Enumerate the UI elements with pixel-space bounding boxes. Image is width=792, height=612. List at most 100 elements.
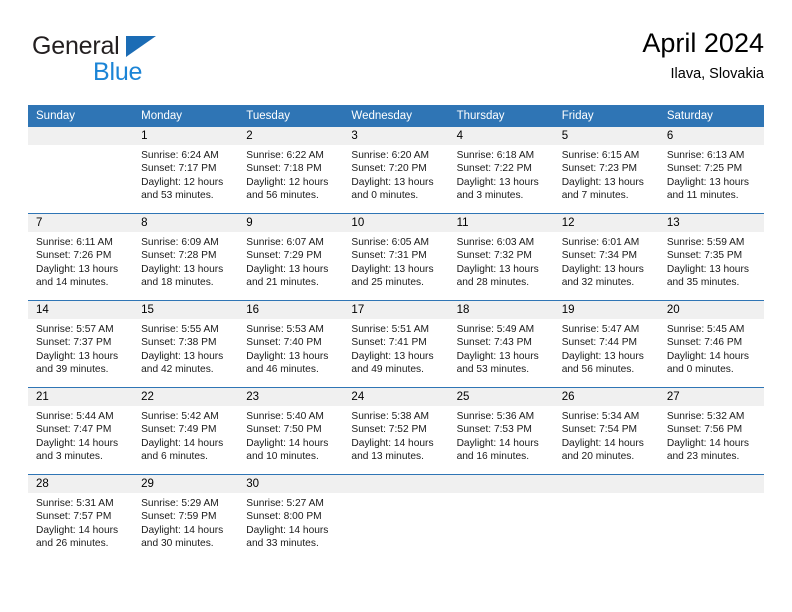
calendar-week-row: 21 Sunrise: 5:44 AM Sunset: 7:47 PM Dayligh… [28, 387, 764, 475]
day-cell-details: Sunrise: 6:18 AM Sunset: 7:22 PM Daylight:… [449, 145, 554, 203]
calendar-day-cell[interactable]: 14 Sunrise: 5:57 AM Sunset: 7:37 PM Dayligh… [28, 300, 134, 388]
day-cell-inner: 1 Sunrise: 6:24 AM Sunset: 7:17 PM Daylight… [133, 127, 239, 213]
sunset-text: Sunset: 7:23 PM [561, 163, 638, 175]
daylight-text-line1: Daylight: 13 hours [561, 350, 644, 362]
sunrise-text: Sunrise: 5:51 AM [351, 324, 430, 335]
daylight-text-line1: Daylight: 14 hours [141, 524, 224, 536]
page-header: General Blue April 2024 Ilava, Slovakia [28, 26, 764, 92]
sunset-text: Sunset: 7:31 PM [351, 250, 427, 262]
daylight-text-line1: Daylight: 13 hours [36, 263, 119, 275]
calendar-day-cell[interactable]: 10 Sunrise: 6:05 AM Sunset: 7:31 PM Dayligh… [343, 213, 449, 301]
calendar-week-row: 1 Sunrise: 6:24 AM Sunset: 7:17 PM Daylight… [28, 127, 764, 214]
day-cell-inner: 21 Sunrise: 5:44 AM Sunset: 7:47 PM Dayligh… [28, 388, 134, 474]
day-cell-inner: 29 Sunrise: 5:29 AM Sunset: 7:59 PM Dayligh… [133, 475, 239, 561]
day-number: 22 [133, 388, 239, 406]
day-cell-inner: 20 Sunrise: 5:45 AM Sunset: 7:46 PM Dayligh… [658, 301, 764, 387]
daylight-text-line1: Daylight: 14 hours [36, 524, 119, 536]
day-cell-details: Sunrise: 5:57 AM Sunset: 7:37 PM Daylight:… [28, 319, 133, 377]
day-number: 23 [238, 388, 344, 406]
calendar-page: General Blue April 2024 Ilava, Slovakia … [0, 0, 792, 612]
calendar-day-cell[interactable]: 8 Sunrise: 6:09 AM Sunset: 7:28 PM Daylight… [133, 213, 239, 301]
calendar-day-cell[interactable]: 29 Sunrise: 5:29 AM Sunset: 7:59 PM Dayligh… [133, 474, 239, 561]
day-cell-details: Sunrise: 6:15 AM Sunset: 7:23 PM Daylight:… [554, 145, 659, 203]
calendar-day-cell[interactable]: 12 Sunrise: 6:01 AM Sunset: 7:34 PM Dayligh… [553, 213, 659, 301]
calendar-day-cell[interactable]: 20 Sunrise: 5:45 AM Sunset: 7:46 PM Dayligh… [658, 300, 764, 388]
daylight-text-line1: Daylight: 14 hours [456, 437, 539, 449]
calendar-day-cell[interactable]: 4 Sunrise: 6:18 AM Sunset: 7:22 PM Daylight… [448, 127, 554, 214]
sunset-text: Sunset: 7:37 PM [36, 337, 112, 349]
calendar-body: 1 Sunrise: 6:24 AM Sunset: 7:17 PM Daylight… [28, 127, 764, 561]
sunrise-text: Sunrise: 5:27 AM [246, 498, 324, 509]
daylight-text-line2: and 39 minutes. [36, 364, 109, 376]
daylight-text-line1: Daylight: 13 hours [246, 350, 329, 362]
calendar-day-cell[interactable]: 17 Sunrise: 5:51 AM Sunset: 7:41 PM Dayligh… [343, 300, 449, 388]
calendar-day-cell[interactable]: 27 Sunrise: 5:32 AM Sunset: 7:56 PM Dayligh… [658, 387, 764, 475]
calendar-day-cell[interactable]: 28 Sunrise: 5:31 AM Sunset: 7:57 PM Dayligh… [28, 474, 134, 561]
calendar-day-cell[interactable]: 13 Sunrise: 5:59 AM Sunset: 7:35 PM Dayligh… [658, 213, 764, 301]
calendar-day-cell[interactable]: 21 Sunrise: 5:44 AM Sunset: 7:47 PM Dayligh… [28, 387, 134, 475]
day-cell-inner: 4 Sunrise: 6:18 AM Sunset: 7:22 PM Daylight… [448, 127, 554, 213]
day-cell-inner: 11 Sunrise: 6:03 AM Sunset: 7:32 PM Dayligh… [448, 214, 554, 300]
calendar-day-cell[interactable]: 1 Sunrise: 6:24 AM Sunset: 7:17 PM Daylight… [133, 127, 239, 214]
daylight-text-line2: and 20 minutes. [561, 451, 635, 463]
calendar-day-cell[interactable]: 2 Sunrise: 6:22 AM Sunset: 7:18 PM Daylight… [238, 127, 344, 214]
daylight-text-line1: Daylight: 13 hours [351, 350, 434, 362]
calendar-day-cell[interactable]: 19 Sunrise: 5:47 AM Sunset: 7:44 PM Dayligh… [553, 300, 659, 388]
day-cell-inner: 2 Sunrise: 6:22 AM Sunset: 7:18 PM Daylight… [238, 127, 344, 213]
calendar-day-cell[interactable]: 16 Sunrise: 5:53 AM Sunset: 7:40 PM Dayligh… [238, 300, 344, 388]
day-cell-details: Sunrise: 6:05 AM Sunset: 7:31 PM Daylight:… [343, 232, 448, 290]
day-cell-details: Sunrise: 5:45 AM Sunset: 7:46 PM Daylight:… [659, 319, 764, 377]
sunset-text: Sunset: 7:40 PM [246, 337, 322, 349]
day-number: 8 [133, 214, 239, 232]
sunset-text: Sunset: 7:41 PM [351, 337, 427, 349]
day-cell-inner: 10 Sunrise: 6:05 AM Sunset: 7:31 PM Dayligh… [343, 214, 449, 300]
calendar-day-cell[interactable]: 30 Sunrise: 5:27 AM Sunset: 8:00 PM Dayligh… [238, 474, 344, 561]
daylight-text-line2: and 35 minutes. [666, 277, 740, 289]
calendar-day-cell[interactable]: 15 Sunrise: 5:55 AM Sunset: 7:38 PM Dayligh… [133, 300, 239, 388]
calendar-day-cell[interactable]: 25 Sunrise: 5:36 AM Sunset: 7:53 PM Dayligh… [448, 387, 554, 475]
daylight-text-line2: and 49 minutes. [351, 364, 424, 376]
day-number: 26 [553, 388, 659, 406]
day-cell-inner: 12 Sunrise: 6:01 AM Sunset: 7:34 PM Dayligh… [553, 214, 659, 300]
daylight-text-line1: Daylight: 13 hours [36, 350, 119, 362]
day-cell-inner: 24 Sunrise: 5:38 AM Sunset: 7:52 PM Dayligh… [343, 388, 449, 474]
calendar-day-cell[interactable]: 11 Sunrise: 6:03 AM Sunset: 7:32 PM Dayligh… [448, 213, 554, 301]
calendar-day-cell[interactable]: 9 Sunrise: 6:07 AM Sunset: 7:29 PM Daylight… [238, 213, 344, 301]
calendar-day-cell[interactable]: 22 Sunrise: 5:42 AM Sunset: 7:49 PM Dayligh… [133, 387, 239, 475]
daylight-text-line2: and 28 minutes. [456, 277, 530, 289]
calendar-day-cell[interactable]: 7 Sunrise: 6:11 AM Sunset: 7:26 PM Daylight… [28, 213, 134, 301]
day-number: 27 [658, 388, 764, 406]
day-cell-details: Sunrise: 6:20 AM Sunset: 7:20 PM Daylight:… [343, 145, 448, 203]
day-cell-inner: 9 Sunrise: 6:07 AM Sunset: 7:29 PM Daylight… [238, 214, 344, 300]
calendar-day-cell[interactable]: 24 Sunrise: 5:38 AM Sunset: 7:52 PM Dayligh… [343, 387, 449, 475]
daylight-text-line2: and 21 minutes. [246, 277, 319, 289]
brand-logo[interactable]: General Blue [32, 32, 262, 90]
sunrise-text: Sunrise: 6:13 AM [666, 150, 745, 161]
sunset-text: Sunset: 7:26 PM [36, 250, 112, 262]
weekday-header-wednesday: Wednesday [343, 105, 449, 127]
day-cell-details: Sunrise: 5:31 AM Sunset: 7:57 PM Daylight:… [28, 493, 133, 551]
daylight-text-line1: Daylight: 14 hours [666, 350, 749, 362]
calendar-day-cell[interactable]: 3 Sunrise: 6:20 AM Sunset: 7:20 PM Daylight… [343, 127, 449, 214]
daylight-text-line1: Daylight: 13 hours [561, 263, 644, 275]
calendar-day-cell[interactable]: 26 Sunrise: 5:34 AM Sunset: 7:54 PM Dayligh… [553, 387, 659, 475]
day-cell-details: Sunrise: 5:55 AM Sunset: 7:38 PM Daylight:… [133, 319, 238, 377]
calendar-day-cell[interactable]: 23 Sunrise: 5:40 AM Sunset: 7:50 PM Dayligh… [238, 387, 344, 475]
day-cell-inner [28, 127, 134, 213]
day-cell-inner: 14 Sunrise: 5:57 AM Sunset: 7:37 PM Dayligh… [28, 301, 134, 387]
day-cell-details: Sunrise: 6:11 AM Sunset: 7:26 PM Daylight:… [28, 232, 133, 290]
day-number: 3 [343, 127, 449, 145]
day-number: 18 [448, 301, 554, 319]
day-cell-inner: 23 Sunrise: 5:40 AM Sunset: 7:50 PM Dayligh… [238, 388, 344, 474]
daylight-text-line1: Daylight: 14 hours [36, 437, 119, 449]
day-cell-inner [553, 475, 659, 561]
calendar-day-cell[interactable]: 5 Sunrise: 6:15 AM Sunset: 7:23 PM Daylight… [553, 127, 659, 214]
sunrise-text: Sunrise: 5:47 AM [561, 324, 640, 335]
sunset-text: Sunset: 7:35 PM [666, 250, 743, 262]
day-cell-inner: 28 Sunrise: 5:31 AM Sunset: 7:57 PM Dayligh… [28, 475, 134, 561]
day-number: 19 [553, 301, 659, 319]
calendar-day-cell[interactable]: 6 Sunrise: 6:13 AM Sunset: 7:25 PM Daylight… [658, 127, 764, 214]
calendar-day-cell[interactable]: 18 Sunrise: 5:49 AM Sunset: 7:43 PM Dayligh… [448, 300, 554, 388]
daylight-text-line1: Daylight: 13 hours [246, 263, 329, 275]
sunrise-text: Sunrise: 6:18 AM [456, 150, 535, 161]
